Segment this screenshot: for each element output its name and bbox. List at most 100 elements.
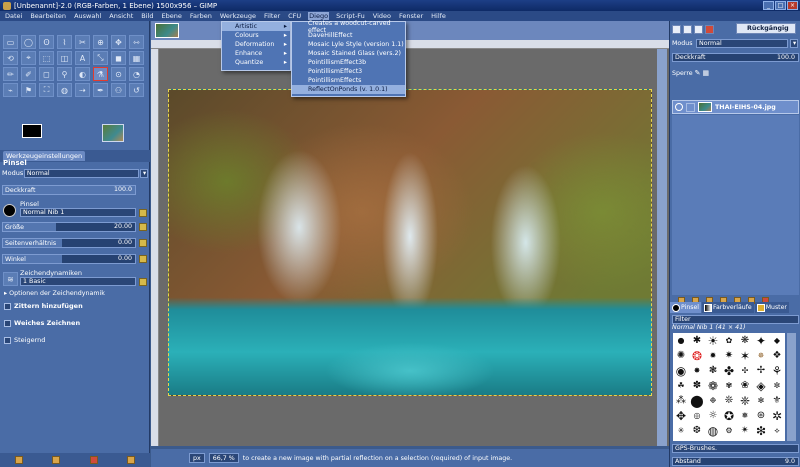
close-button[interactable]: × [787, 1, 798, 10]
channels-icon[interactable] [683, 24, 692, 34]
brush-item[interactable]: ❁ [705, 378, 721, 393]
brush-item[interactable]: ❉ [705, 393, 721, 408]
diego-menu-item-enhance[interactable]: Enhance ▸ [222, 49, 290, 58]
menu-bild[interactable]: Bild [140, 12, 154, 20]
chain-toggle-icon[interactable] [686, 102, 695, 112]
brush-item[interactable]: ◈ [753, 378, 769, 393]
tool-icon-11[interactable]: ⬚ [39, 51, 54, 65]
artistic-item-6[interactable]: PointillismEffect3 [292, 67, 405, 76]
tool-icon-7[interactable]: ✥ [111, 35, 126, 49]
brush-item[interactable]: ✼ [769, 378, 785, 393]
mode-dropdown-icon[interactable]: ▾ [140, 168, 148, 178]
brush-item[interactable]: ◍ [705, 423, 721, 438]
vertical-scrollbar[interactable] [657, 49, 667, 446]
diego-menu-item-colours[interactable]: Colours ▸ [222, 31, 290, 40]
undo-history-tab[interactable]: Rückgängig [736, 23, 796, 34]
menu-farben[interactable]: Farben [189, 12, 213, 20]
brush-filter-input[interactable]: Filter [672, 315, 799, 324]
tool-icon-24[interactable]: ◔ [129, 67, 144, 81]
delete-options-icon[interactable] [89, 456, 98, 464]
image-tab-thumbnail[interactable] [155, 23, 179, 38]
dynamics-icon[interactable]: ≋ [3, 272, 18, 286]
tool-icon-17[interactable]: ✏ [3, 67, 18, 81]
zoom-select[interactable]: 66,7 % [208, 453, 239, 463]
diego-menu-item-quantize[interactable]: Quantize ▸ [222, 58, 290, 67]
menu-bearbeiten[interactable]: Bearbeiten [29, 12, 67, 20]
tool-icon-2[interactable]: ◯ [21, 35, 36, 49]
paths-icon[interactable] [694, 24, 703, 34]
brush-item[interactable]: ☼ [705, 408, 721, 423]
tool-icon-8[interactable]: ⇿ [129, 35, 144, 49]
tool-icon-28[interactable]: ◍ [57, 83, 72, 97]
angle-slider[interactable]: Winkel 0.00 [2, 254, 136, 264]
brush-item[interactable]: ✦ [753, 333, 769, 348]
brush-item[interactable]: ✾ [721, 378, 737, 393]
artistic-item-5[interactable]: PointillismEffect3b [292, 58, 405, 67]
brush-item[interactable]: ⚜ [769, 393, 785, 408]
tool-icon-32[interactable]: ↺ [129, 83, 144, 97]
save-options-icon[interactable] [14, 456, 23, 464]
brush-item[interactable]: ✤ [721, 363, 737, 378]
brush-item[interactable]: ◎ [689, 408, 705, 423]
layer-opacity-slider[interactable]: Deckkraft 100.0 [672, 53, 799, 62]
artistic-item-8[interactable]: ReflectOnPonds (v. 1.0.1) [292, 85, 405, 94]
menu-datei[interactable]: Datei [4, 12, 23, 20]
restore-options-icon[interactable] [52, 456, 61, 464]
angle-reset-icon[interactable] [139, 255, 147, 263]
tool-icon-31[interactable]: ⚇ [111, 83, 126, 97]
brush-tag-input[interactable]: GPS-Brushes. [672, 444, 799, 453]
brush-item[interactable]: ✳ [673, 423, 689, 438]
tool-icon-10[interactable]: ⌖ [21, 51, 36, 65]
brush-item[interactable]: ❖ [769, 348, 785, 363]
incremental-option[interactable]: Steigernd [4, 336, 45, 344]
history-icon[interactable] [705, 24, 714, 34]
menu-werkzeuge[interactable]: Werkzeuge [219, 12, 257, 20]
brush-item[interactable]: ✣ [737, 363, 753, 378]
brush-item[interactable]: ❇ [753, 423, 769, 438]
brush-preview[interactable] [3, 204, 16, 217]
tool-icon-27[interactable]: ⛶ [39, 83, 54, 97]
minimize-button[interactable]: _ [763, 1, 774, 10]
tool-icon-12[interactable]: ◫ [57, 51, 72, 65]
brush-item[interactable]: ❃ [705, 363, 721, 378]
visibility-eye-icon[interactable] [675, 103, 683, 111]
smooth-option[interactable]: Weiches Zeichnen [4, 319, 80, 327]
brush-item[interactable]: ❊ [721, 393, 737, 408]
layer-mode-select[interactable]: Normal [696, 38, 788, 48]
brush-item[interactable]: ❅ [737, 408, 753, 423]
brush-item[interactable]: ✲ [769, 408, 785, 423]
brush-item[interactable]: ☘ [673, 378, 689, 393]
brush-item[interactable]: ☀ [705, 333, 721, 348]
tool-icon-15[interactable]: ◼ [111, 51, 126, 65]
brush-item[interactable]: ❂ [689, 348, 705, 363]
brush-item[interactable]: ⚙ [721, 423, 737, 438]
brush-item[interactable]: ◉ [673, 363, 689, 378]
tool-icon-16[interactable]: ▦ [129, 51, 144, 65]
artistic-item-4[interactable]: Mosaic Stained Glass (vers.2) [292, 49, 405, 58]
brush-item[interactable]: ❀ [737, 378, 753, 393]
brush-grid[interactable]: ● ✱ ☀ ✿ ❋ ✦ ◆ ✺ ❂ ✹ ✷ ✶ ✵ ❖ ◉ ✸ ❃ ✤ ✣ ✢ ⚘ ☘ ✽ ❁ ✾ ❀ ◈ ✼ ⁂ ⬤ ❉ ❊ ❈ ✻ ⚜ ✥ ◎ ☼ ✪ ❅… [673, 333, 785, 441]
tab-patterns[interactable]: Muster [754, 302, 789, 313]
tab-gradients[interactable]: Farbverläufe [702, 302, 754, 313]
tool-icon-14[interactable]: ⤡ [93, 51, 108, 65]
dynamics-options-expander[interactable]: ▸ Optionen der Zeichendynamik [4, 290, 105, 297]
menu-cfu[interactable]: CFU [287, 12, 302, 20]
tool-icon-19[interactable]: ◻ [39, 67, 54, 81]
brush-edit-icon[interactable] [139, 209, 147, 217]
tool-icon-30[interactable]: ✒ [93, 83, 108, 97]
brush-item[interactable]: ⟡ [769, 423, 785, 438]
unit-select[interactable]: px [189, 453, 205, 463]
brush-item[interactable]: ✹ [705, 348, 721, 363]
active-image-thumb[interactable] [102, 124, 124, 142]
menu-filter[interactable]: Filter [263, 12, 281, 20]
menu-hilfe[interactable]: Hilfe [430, 12, 447, 20]
reset-options-icon[interactable] [127, 456, 136, 464]
jitter-option[interactable]: Zittern hinzufügen [4, 302, 83, 310]
brush-item[interactable]: ❈ [737, 393, 753, 408]
lock-alpha-icon[interactable]: ▦ [703, 69, 710, 77]
brush-item[interactable]: ❋ [737, 333, 753, 348]
aspect-slider[interactable]: Seitenverhältnis 0.00 [2, 238, 136, 248]
brush-item[interactable]: ● [673, 333, 689, 348]
brush-item[interactable]: ⊛ [753, 408, 769, 423]
brush-item[interactable]: ✪ [721, 408, 737, 423]
